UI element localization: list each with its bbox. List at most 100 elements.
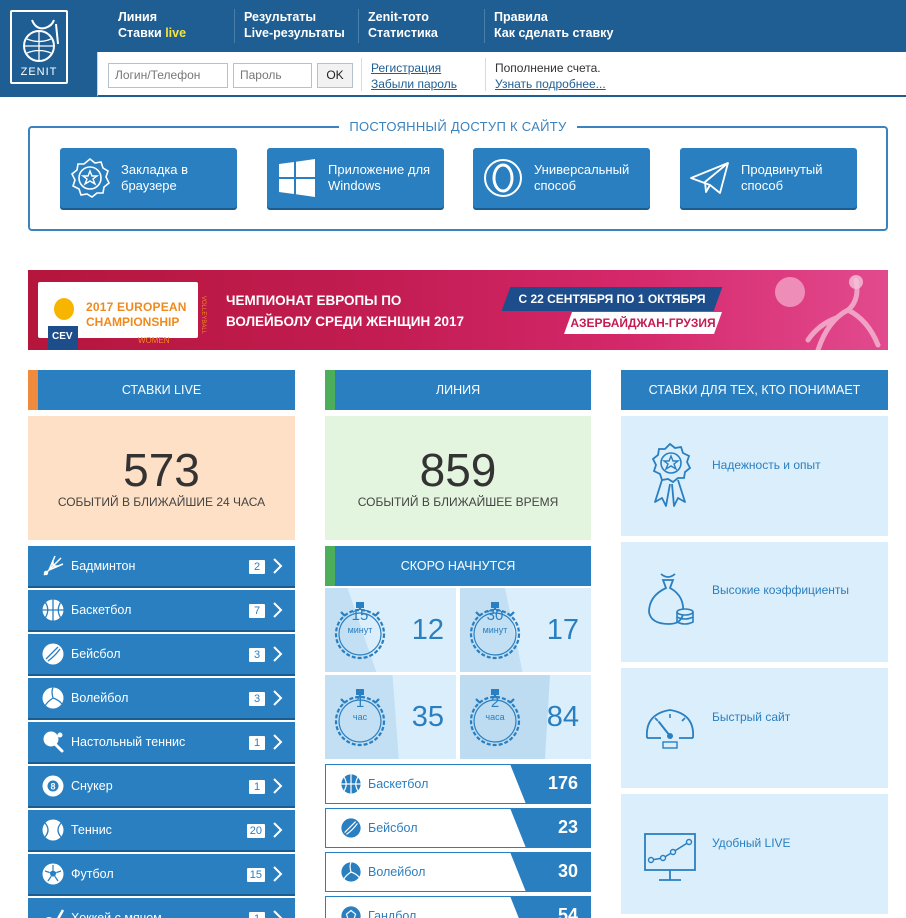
access-title-text: ПОСТОЯННЫЙ ДОСТУП К САЙТУ [339,119,577,134]
line-sport-row[interactable]: Волейбол 30 [325,852,591,892]
nav-live-prefix: Ставки [118,26,166,40]
football-icon [42,863,64,885]
nav-link-rules[interactable]: Правила [494,9,613,25]
starting-soon-header: СКОРО НАЧНУТСЯ [325,546,591,586]
line-header[interactable]: ЛИНИЯ [325,370,591,410]
chevron-right-icon [273,822,283,838]
live-sport-name: Снукер [71,779,113,793]
svg-text:8: 8 [50,782,55,792]
password-input[interactable]: Пароль [233,63,312,88]
login-input[interactable]: Логин/Телефон [108,63,228,88]
live-bets-header-text: СТАВКИ LIVE [121,383,202,397]
live-sport-icon-wrap: 8 [41,774,65,798]
feature-convenient-live: Удобный LIVE [621,794,888,914]
live-sport-row[interactable]: Футбол 15 [28,854,295,894]
time-amount: 15 [351,607,369,624]
line-sport-icon-wrap [340,817,362,839]
live-sport-count-badge: 15 [246,868,265,882]
line-sport-name: Бейсбол [368,821,418,835]
live-sport-name: Теннис [71,823,112,837]
live-sport-row[interactable]: Баскетбол 7 [28,590,295,630]
live-sport-row[interactable]: Теннис 20 [28,810,295,850]
banner-logo-line1: 2017 EUROPEAN [86,300,187,314]
universal-method-button[interactable]: Универсальный способ [473,148,650,208]
live-sport-row[interactable]: Бейсбол 3 [28,634,295,674]
count-panel [510,852,590,892]
volleyball-logo-icon [54,298,74,320]
line-sport-icon-wrap [340,905,362,918]
bookmark-button[interactable]: Закладка в браузере [60,148,237,208]
login-ok-button[interactable]: OK [317,63,353,88]
nav-link-live-results[interactable]: Live-результаты [244,25,345,41]
starting-soon-tile[interactable]: 15 минут 12 [325,588,456,672]
live-sport-row[interactable]: Волейбол 3 [28,678,295,718]
snooker-ball-icon: 8 [42,775,64,797]
page: ZENIT Линия Ставки live Результаты Live-… [0,0,906,918]
nav-live-highlight: live [165,26,187,40]
live-bets-header[interactable]: СТАВКИ LIVE [28,370,295,410]
chevron-right-icon [273,734,283,750]
line-event-count: 859 [419,444,497,496]
banner-logo-side: VOLLEYBALL [200,296,206,335]
nav-link-zenit-toto[interactable]: Zenit-тото [368,9,438,25]
nav-group-toto: Zenit-тото Статистика [368,9,438,41]
zenit-logo[interactable]: ZENIT [0,0,97,97]
line-stat-box[interactable]: 859 СОБЫТИЙ В БЛИЖАЙШЕЕ ВРЕМЯ [325,416,591,540]
site-access-panel: ПОСТОЯННЫЙ ДОСТУП К САЙТУ Закладка в бра… [28,119,888,231]
chevron-right-icon [273,690,283,706]
live-sport-row[interactable]: Настольный теннис 1 [28,722,295,762]
forgot-password-link[interactable]: Забыли пароль [371,76,457,92]
volleyball-icon [341,862,361,882]
learn-more-link[interactable]: Узнать подробнее... [495,76,606,92]
pro-bets-header-text: СТАВКИ ДЛЯ ТЕХ, КТО ПОНИМАЕТ [648,383,861,397]
feature-high-odds-label: Высокие коэффициенты [712,583,850,597]
logo-globe-icon [23,19,59,62]
count-panel [510,896,590,918]
nav-group-results: Результаты Live-результаты [244,9,345,41]
live-sport-name: Бадминтон [71,559,136,573]
nav-link-line[interactable]: Линия [118,9,186,25]
line-sport-name: Баскетбол [368,777,429,791]
starting-soon-tile[interactable]: 1 час 35 [325,675,456,759]
time-unit: минут [347,625,373,635]
starting-soon-tile[interactable]: 30 минут 17 [460,588,591,672]
line-sport-count: 54 [557,905,578,918]
live-sport-icon-wrap [41,554,65,578]
register-link[interactable]: Регистрация [371,60,441,76]
advanced-method-button[interactable]: Продвинутый способ [680,148,857,208]
line-accent-strip [325,370,335,410]
live-sport-count-badge: 1 [249,912,265,918]
chevron-right-icon [273,646,283,662]
windows-app-button[interactable]: Приложение для Windows [267,148,444,208]
nav-group-line: Линия Ставки live [118,9,186,41]
nav-link-statistics[interactable]: Статистика [368,25,438,41]
nav-link-live-bets[interactable]: Ставки live [118,25,186,41]
cev-text: CEV [52,331,73,342]
nav-link-results[interactable]: Результаты [244,9,345,25]
nav-link-how-to-bet[interactable]: Как сделать ставку [494,25,613,41]
live-sport-icon-wrap [41,642,65,666]
universal-ring-icon [484,159,522,197]
line-header-text: ЛИНИЯ [435,383,481,397]
line-event-caption: СОБЫТИЙ В БЛИЖАЙШЕЕ ВРЕМЯ [357,495,559,509]
live-sport-row[interactable]: 8 Снукер 1 [28,766,295,806]
volleyball-championship-banner[interactable]: 2017 EUROPEAN CHAMPIONSHIP WOMEN VOLLEYB… [28,270,888,350]
volleyball-icon [42,687,64,709]
login-bar: Логин/Телефон Пароль OK Регистрация Забы… [97,52,906,97]
live-sport-row[interactable]: Хоккей с мячом 1 [28,898,295,918]
live-sport-row[interactable]: Бадминтон 2 [28,546,295,586]
live-stat-box[interactable]: 573 СОБЫТИЙ В БЛИЖАЙШИЕ 24 ЧАСА [28,416,295,540]
time-unit: часа [485,712,505,722]
line-sport-row[interactable]: Гандбол 54 [325,896,591,918]
line-sport-row[interactable]: Бейсбол 23 [325,808,591,848]
starting-soon-tile[interactable]: 2 часа 84 [460,675,591,759]
feature-reliability-label: Надежность и опыт [712,458,821,472]
login-divider [485,58,486,91]
live-sport-name: Футбол [71,867,114,881]
live-sport-count-badge: 7 [249,604,265,618]
volleyball-player-illustration [775,275,881,350]
speedometer-icon [646,709,694,749]
feature-reliability: Надежность и опыт [621,416,888,536]
line-sport-row[interactable]: Баскетбол 176 [325,764,591,804]
bookmark-button-label: Закладка в браузере [121,162,189,193]
